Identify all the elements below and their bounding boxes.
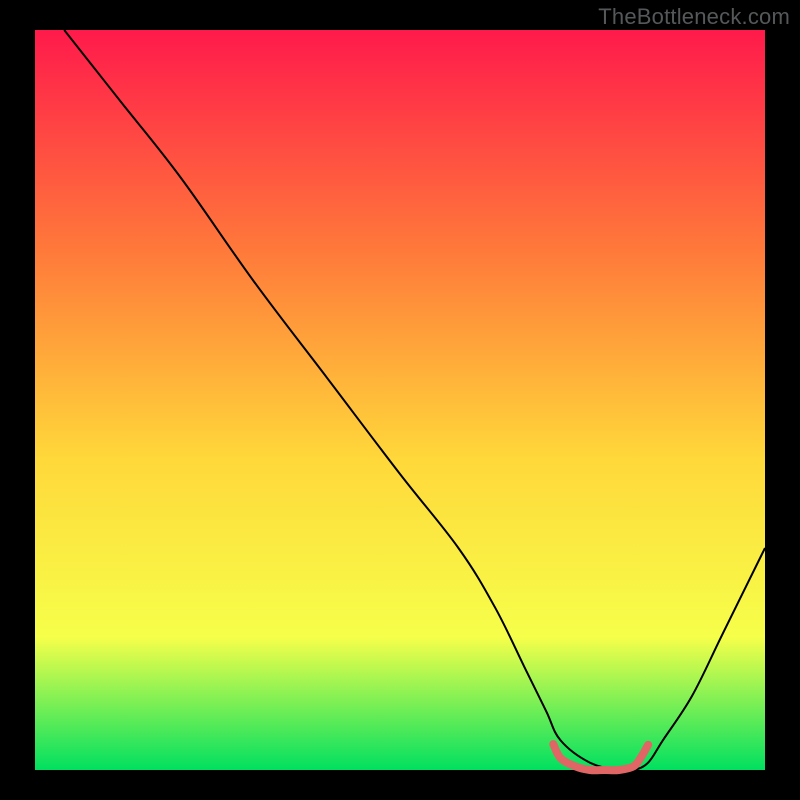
bottleneck-chart: [0, 0, 800, 800]
watermark-text: TheBottleneck.com: [598, 4, 790, 30]
chart-stage: TheBottleneck.com: [0, 0, 800, 800]
plot-background: [35, 30, 765, 770]
